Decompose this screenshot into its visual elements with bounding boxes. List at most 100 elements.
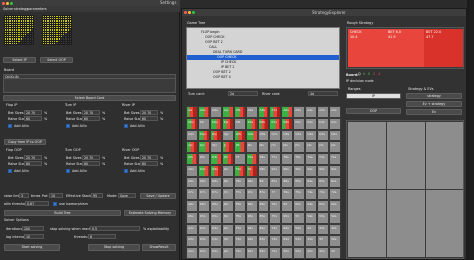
range-oop-button[interactable]: OOP [346,108,401,114]
hand-cell[interactable]: 42o [305,247,318,259]
tree-item[interactable]: OOP BET 2 [205,40,223,44]
turn-card-select[interactable]: 2d [228,91,258,96]
hand-cell[interactable]: 65s [293,200,306,212]
hand-cell[interactable]: 55 [293,211,306,224]
hand-cell[interactable]: K9o [197,164,210,177]
hand-cell[interactable]: A8o [186,176,198,189]
hand-cell[interactable]: 73s [317,188,330,201]
river-ip-bet-input[interactable]: 20 70 [140,110,158,115]
hand-cell[interactable]: 64s [305,200,318,212]
hand-cell[interactable]: K7s [269,117,282,130]
allin-threshold-input[interactable]: 0.67 [25,201,49,206]
hand-cell[interactable]: J8o [221,176,234,189]
window-minimize-icon[interactable] [188,11,191,14]
flop-ip-allin-checkbox[interactable] [8,124,12,128]
hand-cell[interactable]: Q7o [209,188,222,201]
hand-cell[interactable]: T7o [233,188,246,201]
tree-item[interactable]: CALL [209,45,217,49]
hand-cell[interactable]: A3s [317,106,330,118]
tree-item[interactable]: OOP CHECK [205,35,225,39]
hand-cell[interactable]: K9s [245,117,258,130]
hand-cell[interactable]: 85o [257,211,270,224]
window-zoom-icon[interactable] [192,11,195,14]
hand-cell[interactable]: J5s [293,141,306,154]
hand-cell[interactable]: T9s [245,153,258,165]
hand-cell[interactable]: T5o [233,211,246,224]
hand-cell[interactable]: 86o [257,200,270,212]
select-board-card-button[interactable]: Select Board Card [3,95,176,101]
hand-cell[interactable]: 87s [269,176,282,189]
hand-cell[interactable]: KJs [221,117,234,130]
hand-cell[interactable]: Q4o [209,223,222,236]
hand-cell[interactable]: J7o [221,188,234,201]
river-oop-allin-checkbox[interactable] [124,169,128,173]
hand-cell[interactable]: KTs [233,117,246,130]
hand-cell[interactable]: A5s [293,106,306,118]
flop-oop-bet-input[interactable]: 20 70 [24,155,42,160]
hand-cell[interactable]: 96s [281,164,294,177]
hand-cell[interactable]: T5s [293,153,306,165]
hand-cell[interactable]: J6o [221,200,234,212]
hand-cell[interactable]: J9o [221,164,234,177]
hand-cell[interactable]: AQs [209,106,222,118]
hand-cell[interactable]: K4s [305,117,318,130]
range-ip-button[interactable]: IP [346,93,401,99]
hand-cell[interactable]: QTo [209,153,222,165]
hand-cell[interactable]: 77 [269,188,282,201]
hand-cell[interactable]: T2s [329,153,341,165]
hand-cell[interactable]: A2o [186,247,198,259]
hand-cell[interactable]: QJs [221,129,234,142]
hand-cell[interactable]: 84o [257,223,270,236]
raise-limit-input[interactable]: 3 [19,193,29,198]
hand-cell[interactable]: K2s [329,117,341,130]
ip-range-thumbnail[interactable] [4,15,34,45]
hand-cell[interactable]: 76o [269,200,282,212]
hand-cell[interactable]: 74s [305,188,318,201]
hand-cell[interactable]: 75o [269,211,282,224]
hand-cell[interactable]: KK [197,117,210,130]
hand-cell[interactable]: J7s [269,141,282,154]
tree-item[interactable]: DEAL TURN CARD [213,50,242,54]
hand-cell[interactable]: J3o [221,235,234,248]
hand-cell[interactable]: T2o [233,247,246,259]
hand-cell[interactable]: J4s [305,141,318,154]
hand-cell[interactable]: T8s [257,153,270,165]
hand-cell[interactable]: 98o [245,176,258,189]
hand-cell[interactable]: 66 [281,200,294,212]
hand-cell[interactable]: A9o [186,164,198,177]
hand-cell[interactable]: 83o [257,235,270,248]
hand-cell[interactable]: J6s [281,141,294,154]
threads-input[interactable]: 8 [88,234,116,239]
hand-cell[interactable]: 93o [245,235,258,248]
hand-cell[interactable]: K6s [281,117,294,130]
hand-cell[interactable]: 96o [245,200,258,212]
hand-cell[interactable]: 74o [269,223,282,236]
turn-ip-bet-input[interactable]: 20 70 [82,110,100,115]
hand-cell[interactable]: AKs [197,106,210,118]
flop-ip-bet-input[interactable]: 20 70 [24,110,42,115]
hand-cell[interactable]: 87o [257,188,270,201]
hand-cell[interactable]: A6s [281,106,294,118]
flop-oop-raise-input[interactable]: 60 [24,161,42,166]
turn-ip-raise-input[interactable]: 60 [82,116,100,121]
hand-cell[interactable]: A3o [186,235,198,248]
river-ip-raise-input[interactable]: 60 [140,116,158,121]
hand-cell[interactable]: 93s [317,164,330,177]
hand-cell[interactable]: 62s [329,200,341,212]
hand-cell[interactable]: 63s [317,200,330,212]
window-minimize-icon[interactable] [6,1,9,5]
build-tree-button[interactable]: Build Tree [4,210,121,216]
hand-cell[interactable]: Q5s [293,129,306,142]
hand-cell[interactable]: 53o [293,235,306,248]
hand-cell[interactable]: QJo [209,141,222,154]
stop-solving-button[interactable]: Stop solving [88,244,140,251]
hand-cell[interactable]: AQo [186,129,198,142]
hand-cell[interactable]: TT [233,153,246,165]
hand-cell[interactable]: J4o [221,223,234,236]
hand-cell[interactable]: K5o [197,211,210,224]
flop-oop-allin-checkbox[interactable] [8,169,12,173]
hand-cell[interactable]: K7o [197,188,210,201]
hand-cell[interactable]: KQo [197,129,210,142]
exploitability-input[interactable]: 0.5 [90,226,140,231]
hand-cell[interactable]: 75s [293,188,306,201]
